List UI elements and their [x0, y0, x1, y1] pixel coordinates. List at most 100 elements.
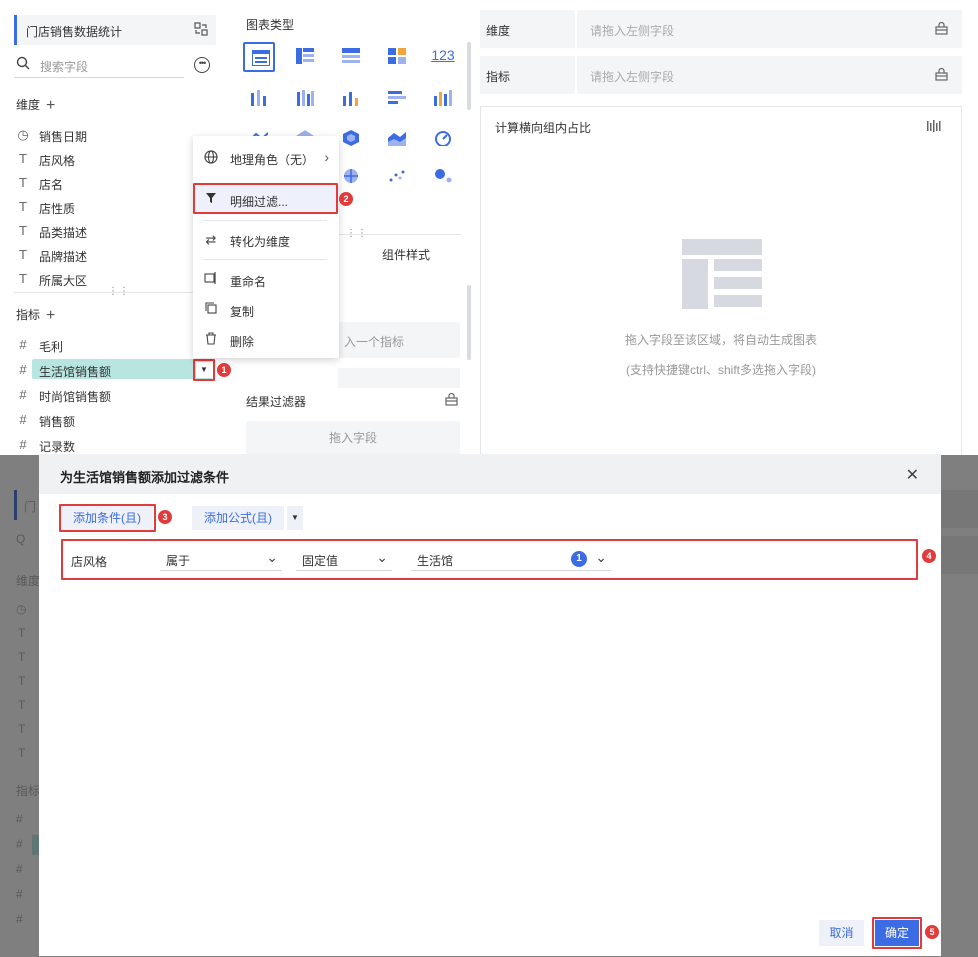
measure-item-selected[interactable]: # 生活馆销售额: [16, 359, 216, 381]
globe-chart-icon[interactable]: [335, 162, 367, 192]
add-dimension-icon[interactable]: +: [46, 97, 55, 114]
add-formula-button[interactable]: 添加公式(且): [192, 506, 284, 530]
ghost-text-icon: T: [18, 722, 26, 736]
menu-item-label: 转化为维度: [230, 235, 291, 249]
ghost-hash-icon: #: [16, 887, 23, 901]
ghost-shelf: [941, 490, 978, 528]
text-field-icon: T: [19, 223, 27, 238]
field-label: 销售日期: [39, 130, 88, 144]
add-formula-dropdown-icon[interactable]: ▼: [287, 506, 303, 530]
measure-drop-zone[interactable]: 入一个指标: [338, 322, 460, 358]
dialog-header: 为生活馆销售额添加过滤条件 ✕: [39, 454, 941, 494]
dimension-item[interactable]: T 品牌描述: [16, 244, 216, 266]
dimension-item[interactable]: T 店风格: [16, 148, 216, 170]
annotation-badge: 4: [922, 549, 936, 563]
menu-item-copy[interactable]: 复制: [193, 295, 339, 323]
ghost-text-icon: T: [18, 650, 26, 664]
ghost-text: 指标: [16, 784, 41, 798]
chart-canvas[interactable]: 计算横向组内占比 拖入字段至该区域，将自动生成图表 (支持快捷键ctrl、shi…: [480, 106, 962, 455]
area-chart-icon[interactable]: [381, 124, 413, 154]
empty-hint-line1: 拖入字段至该区域，将自动生成图表: [624, 333, 817, 347]
annotation-badge: 3: [158, 510, 172, 524]
scatter-chart-icon[interactable]: [381, 162, 413, 192]
bubble-chart-icon[interactable]: [427, 162, 459, 192]
map-chart-icon[interactable]: [335, 124, 367, 154]
measures-title: 指标: [16, 308, 41, 322]
number-field-icon: #: [19, 387, 27, 402]
ghost-text-icon: T: [18, 626, 26, 640]
measure-item[interactable]: # 毛利: [16, 334, 216, 356]
crosstab-chart-icon[interactable]: [289, 42, 321, 72]
column-chart-icon[interactable]: [335, 84, 367, 114]
field-label: 生活馆销售额: [39, 365, 112, 379]
kpi-card-icon[interactable]: [381, 42, 413, 72]
dataset-selector[interactable]: 门店销售数据统计: [14, 15, 216, 45]
close-icon[interactable]: ✕: [906, 465, 919, 485]
menu-item-rename[interactable]: 重命名: [193, 265, 339, 293]
menu-item-geo-role[interactable]: 地理角色（无） ›: [193, 143, 339, 171]
multi-column-icon[interactable]: [427, 84, 459, 114]
empty-chart-illustration-icon: [682, 239, 762, 312]
switch-dataset-icon[interactable]: [194, 22, 208, 36]
text-field-icon: T: [19, 151, 27, 166]
field-label: 品类描述: [39, 226, 88, 240]
annotation-badge: 1: [217, 363, 231, 377]
cancel-button[interactable]: 取消: [819, 920, 864, 946]
resize-handle-icon[interactable]: ⋮⋮: [108, 286, 130, 297]
dimension-item[interactable]: ◷ 销售日期: [16, 124, 216, 146]
measure-shelf-lock-icon[interactable]: [935, 67, 948, 84]
measure-item[interactable]: # 记录数: [16, 434, 216, 455]
config-scrollbar[interactable]: [467, 285, 471, 360]
gauge-chart-icon[interactable]: [427, 124, 459, 154]
field-label: 品牌描述: [39, 250, 88, 264]
field-search[interactable]: 搜索字段: [14, 54, 184, 78]
bar-chart-icon[interactable]: [381, 84, 413, 114]
measure-drop-zone-partial: [338, 368, 460, 388]
tab-component-style[interactable]: 组件样式: [382, 246, 430, 263]
result-filter-drop-zone[interactable]: 拖入字段: [246, 421, 460, 455]
ghost-text-icon: T: [18, 674, 26, 688]
grouped-column-icon[interactable]: [243, 84, 275, 114]
add-measure-icon[interactable]: +: [46, 307, 55, 324]
dimensions-section-title: 维度 +: [16, 96, 55, 114]
dimension-item[interactable]: T 品类描述: [16, 220, 216, 242]
number-card-icon[interactable]: 123: [427, 42, 459, 72]
ghost-text-icon: T: [18, 698, 26, 712]
canvas-title: 计算横向组内占比: [495, 121, 592, 135]
field-label: 毛利: [39, 340, 64, 354]
detail-table-icon[interactable]: [335, 42, 367, 72]
field-menu-dropdown-button[interactable]: ▼: [196, 362, 212, 378]
field-label: 所属大区: [39, 274, 88, 288]
ghost-text: 门: [24, 500, 37, 514]
dimension-shelf-lock-icon[interactable]: [935, 21, 948, 38]
measure-drop-placeholder: 请拖入左侧字段: [590, 70, 675, 84]
field-label: 时尚馆销售额: [39, 390, 112, 404]
result-filter-title: 结果过滤器: [246, 395, 307, 409]
stacked-column-icon[interactable]: [289, 84, 321, 114]
more-options-icon[interactable]: •••: [194, 57, 210, 73]
menu-divider: [203, 220, 327, 221]
ghost-clock-icon: ◷: [16, 602, 27, 616]
measure-item[interactable]: # 时尚馆销售额: [16, 384, 216, 406]
dimension-shelf[interactable]: 维度 请拖入左侧字段: [480, 10, 962, 48]
field-context-menu: 地理角色（无） › 明细过滤... ⇄ 转化为维度 重命名 复制 删除: [193, 136, 339, 358]
chart-type-scrollbar[interactable]: [467, 42, 471, 110]
table-chart-icon[interactable]: [243, 42, 275, 72]
measure-item[interactable]: # 销售额: [16, 409, 216, 431]
menu-item-delete[interactable]: 删除: [193, 325, 339, 353]
search-input[interactable]: 搜索字段: [40, 58, 88, 75]
chevron-right-icon: ›: [324, 149, 329, 165]
ghost-dataset-bar: [14, 490, 17, 520]
empty-hint-line2: (支持快捷键ctrl、shift多选拖入字段): [626, 363, 816, 377]
ghost-shelf: [941, 536, 978, 574]
calculated-field-icon: #: [19, 437, 27, 452]
dimension-item[interactable]: T 店名: [16, 172, 216, 194]
menu-item-label: 删除: [230, 335, 255, 349]
field-label: 记录数: [39, 440, 76, 454]
menu-item-convert-dimension[interactable]: ⇄ 转化为维度: [193, 225, 339, 253]
chart-settings-icon[interactable]: [927, 120, 941, 135]
measure-shelf[interactable]: 指标 请拖入左侧字段: [480, 56, 962, 94]
dimension-item[interactable]: T 店性质: [16, 196, 216, 218]
result-filter-placeholder: 拖入字段: [328, 431, 377, 445]
shelf-divider: [575, 56, 577, 94]
